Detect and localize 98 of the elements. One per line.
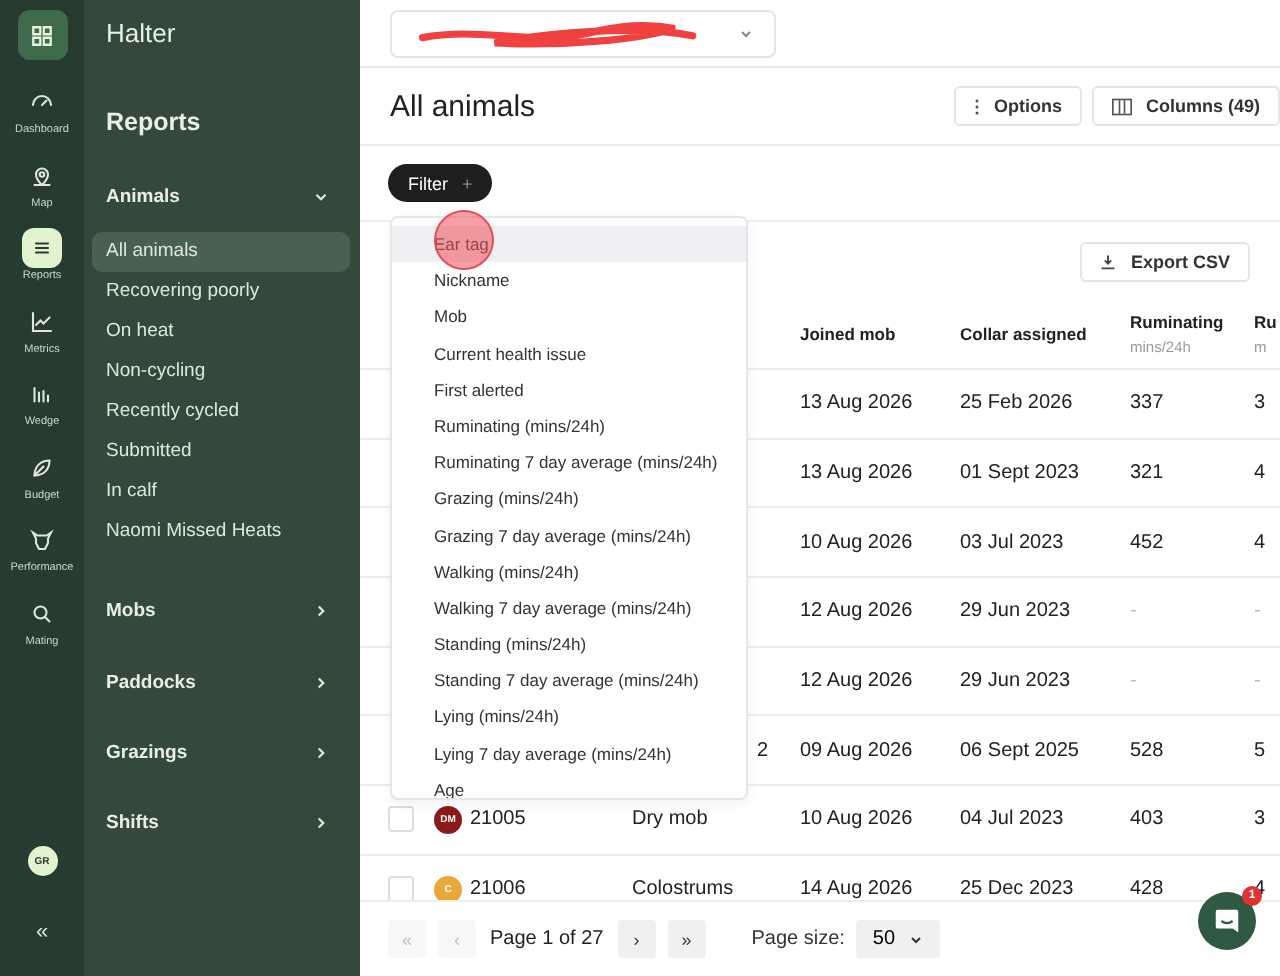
chart-icon [30,309,54,333]
sidebar-title: Reports [104,106,203,140]
menu-item[interactable]: Ruminating (mins/24h) [392,407,746,445]
menu-item[interactable]: Standing 7 day average (mins/24h) [392,662,746,699]
search-icon [30,601,54,625]
menu-item[interactable]: Nickname [392,262,746,299]
logo-icon [28,21,56,49]
menu-item[interactable]: Lying 7 day average (mins/24h) [392,735,746,772]
page-status: Page 1 of 27 [490,928,604,950]
menu-item[interactable]: Grazing (mins/24h) [392,480,746,517]
sidebar-item[interactable]: On heat [92,312,350,353]
options-button[interactable]: Options [953,86,1082,126]
more-icon [973,97,980,115]
table-cell: - [1130,600,1137,623]
page-title: All animals [390,89,536,123]
table-cell: - [1254,670,1261,693]
section-header[interactable]: Animals [92,162,350,233]
section-header[interactable]: Mobs [92,576,350,648]
cow-icon [30,528,54,552]
sidebar-item[interactable]: Recovering poorly [92,272,350,313]
page-size-label: Page size: [751,928,845,950]
export-button[interactable]: Export CSV [1080,241,1250,281]
download-icon [1100,253,1117,269]
page-size-select[interactable]: 50 [856,920,940,958]
table-cell: Dry mob [632,808,708,831]
column-header[interactable]: Ru [1254,312,1277,332]
menu-item[interactable]: Walking (mins/24h) [392,553,746,590]
table-cell: 21005 [470,808,526,831]
menu-item[interactable]: Mob [392,298,746,336]
table-cell: 01 Sept 2023 [960,462,1079,485]
column-header[interactable]: Joined mob [800,324,896,344]
table-cell: 403 [1130,808,1164,831]
table-cell: 321 [1130,462,1164,485]
sidebar-item[interactable]: Recently cycled [92,392,350,433]
farm-selector[interactable] [390,9,776,57]
columns-icon [1111,97,1132,115]
menu-item[interactable]: Ruminating 7 day average (mins/24h) [392,444,746,481]
table-cell: 06 Sept 2025 [960,739,1079,762]
menu-item[interactable]: Lying (mins/24h) [392,698,746,736]
section-header[interactable]: Grazings [92,717,350,789]
menu-item[interactable]: Grazing 7 day average (mins/24h) [392,517,746,554]
app-logo[interactable] [17,10,67,60]
sidebar-item[interactable]: Non-cycling [92,352,350,393]
table-cell: 25 Feb 2026 [960,392,1073,415]
table-cell: - [1254,600,1261,623]
bars-icon [30,382,54,406]
table-cell: Colostrums [632,878,734,900]
column-header[interactable]: Ruminating [1130,312,1224,332]
collapse-button[interactable]: « [35,920,49,944]
table-cell: 29 Jun 2023 [960,670,1071,693]
table-cell: 12 Aug 2026 [800,600,913,623]
sidebar-item[interactable]: In calf [92,472,350,513]
sidebar-item[interactable]: All animals [92,232,350,273]
sidebar-item[interactable]: Naomi Missed Heats [92,512,350,553]
table-cell: 12 Aug 2026 [800,670,913,693]
table-cell: 4 [1254,531,1266,554]
row-checkbox[interactable] [388,806,414,833]
table-cell: 4 [1254,462,1266,485]
table-cell: 2 [756,739,768,762]
next-page-button[interactable]: › [617,920,656,958]
columns-button[interactable]: Columns (49) [1091,86,1280,126]
chevron-icon [738,25,754,41]
table-cell: 337 [1130,392,1164,415]
list-icon [30,236,54,260]
touch-indicator [434,210,494,270]
menu-item[interactable]: Current health issue [392,335,746,372]
table-cell: 25 Dec 2023 [960,878,1074,900]
table-cell: 03 Jul 2023 [960,531,1064,554]
table-cell: 04 Jul 2023 [960,808,1064,831]
table-cell: 14 Aug 2026 [800,878,913,900]
table-cell: 428 [1130,878,1164,900]
section-header[interactable]: Paddocks [92,647,350,718]
menu-item[interactable]: Walking 7 day average (mins/24h) [392,589,746,627]
column-header[interactable]: Collar assigned [960,324,1087,344]
table-cell: 09 Aug 2026 [800,739,913,762]
table-cell: 10 Aug 2026 [800,531,913,554]
sidebar-item[interactable]: Submitted [92,432,350,473]
chevron-icon [907,931,924,947]
menu-item[interactable]: First alerted [392,371,746,408]
brand-name: Halter [104,16,178,52]
table-cell: - [1130,670,1137,693]
table-cell: 452 [1130,531,1164,554]
filter-button[interactable]: Filter + [388,164,493,202]
chat-icon [1212,906,1242,936]
table-cell: 13 Aug 2026 [800,462,913,485]
table-cell: 10 Aug 2026 [800,808,913,831]
last-page-button[interactable]: » [667,920,706,958]
pin-icon [30,163,54,187]
table-cell: 29 Jun 2023 [960,600,1071,623]
table-cell: 21006 [470,878,526,900]
menu-item[interactable]: Standing (mins/24h) [392,626,746,663]
table-cell: 3 [1254,808,1266,831]
table-cell: 528 [1130,739,1164,762]
section-header[interactable]: Shifts [92,788,350,859]
table-cell: 3 [1254,392,1266,415]
table-cell: 13 Aug 2026 [800,392,913,415]
table-cell: 5 [1254,739,1266,762]
leaf-icon [30,455,54,479]
